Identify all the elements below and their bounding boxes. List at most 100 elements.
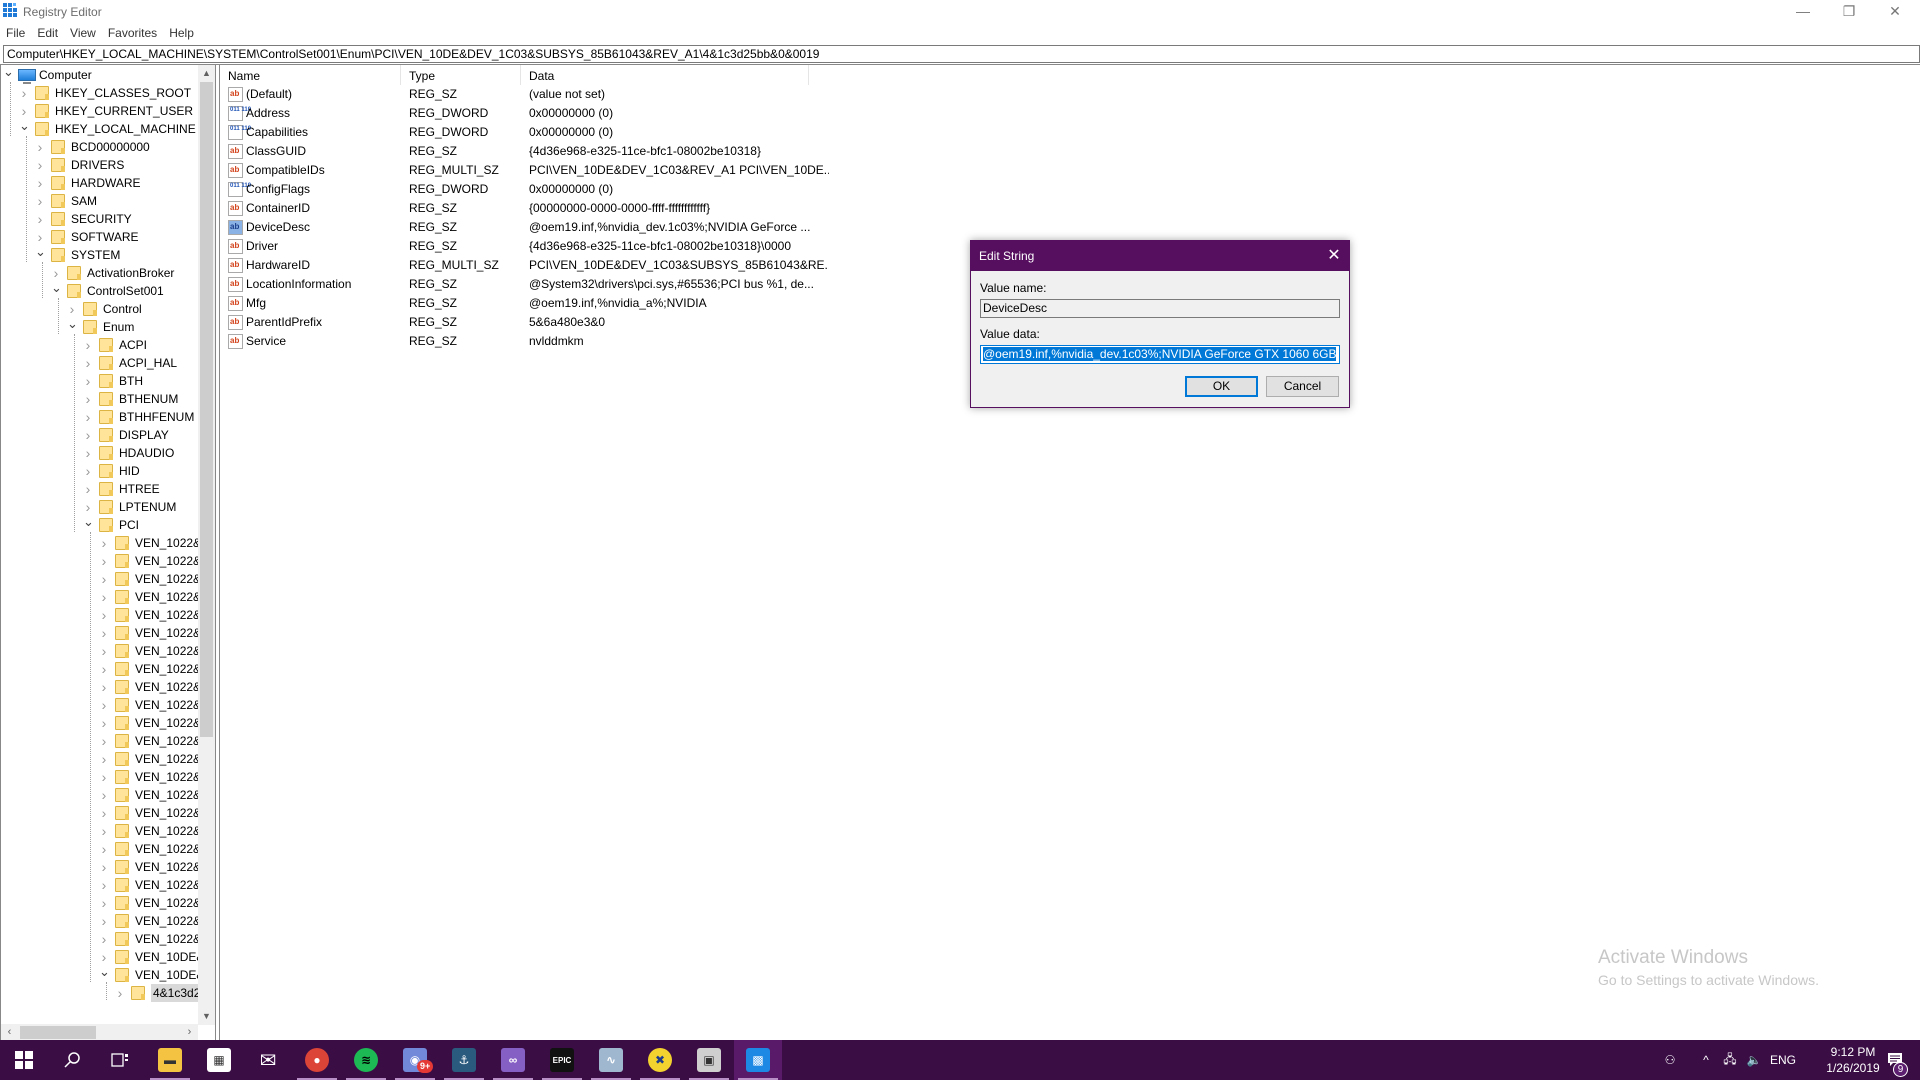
tree-item[interactable]: › Control bbox=[1, 300, 198, 318]
tree-item[interactable]: › SAM bbox=[1, 192, 198, 210]
tree-horizontal-scrollbar[interactable]: ‹ › bbox=[1, 1024, 198, 1040]
tree-item[interactable]: › BTHHFENUM bbox=[1, 408, 198, 426]
tree-item[interactable]: › VEN_1022& bbox=[1, 678, 201, 696]
tree-item[interactable]: › HTREE bbox=[1, 480, 198, 498]
chevron-right-icon[interactable]: › bbox=[99, 606, 109, 624]
dialog-title-bar[interactable]: Edit String bbox=[971, 241, 1349, 271]
chevron-right-icon[interactable]: › bbox=[35, 156, 45, 174]
chevron-right-icon[interactable]: › bbox=[83, 336, 93, 354]
clock[interactable]: 9:12 PM 1/26/2019 bbox=[1818, 1044, 1888, 1076]
tree-item[interactable]: › BCD00000000 bbox=[1, 138, 198, 156]
tree-item[interactable]: › DISPLAY bbox=[1, 426, 198, 444]
value-data-field[interactable]: @oem19.inf,%nvidia_dev.1c03%;NVIDIA GeFo… bbox=[980, 345, 1340, 364]
tree-item[interactable]: › HKEY_CURRENT_USER bbox=[1, 102, 198, 120]
start-button[interactable] bbox=[0, 1040, 48, 1080]
tree-item[interactable]: › VEN_1022& bbox=[1, 912, 201, 930]
tree-item[interactable]: › VEN_1022& bbox=[1, 534, 201, 552]
taskbar-microsoft-store[interactable]: ▦ bbox=[195, 1040, 243, 1080]
chevron-right-icon[interactable]: › bbox=[35, 174, 45, 192]
tree-item[interactable]: › VEN_1022& bbox=[1, 804, 201, 822]
tree-item[interactable]: › VEN_1022& bbox=[1, 750, 201, 768]
tree-item[interactable]: › ActivationBroker bbox=[1, 264, 198, 282]
chevron-right-icon[interactable]: › bbox=[19, 84, 29, 102]
chevron-right-icon[interactable]: › bbox=[99, 552, 109, 570]
tree-item[interactable]: › VEN_1022& bbox=[1, 876, 201, 894]
tree-item[interactable]: › ACPI_HAL bbox=[1, 354, 198, 372]
chevron-right-icon[interactable]: › bbox=[99, 732, 109, 750]
tree-item[interactable]: › DRIVERS bbox=[1, 156, 198, 174]
value-row[interactable]: ab Service REG_SZ nvlddmkm bbox=[220, 332, 840, 351]
tree-item[interactable]: ⌄ Enum bbox=[1, 317, 198, 336]
chevron-down-icon[interactable]: ⌄ bbox=[83, 515, 94, 534]
value-row[interactable]: 011 110 Address REG_DWORD 0x00000000 (0) bbox=[220, 104, 840, 123]
taskbar-mysql-workbench[interactable]: ⚓ bbox=[440, 1040, 488, 1080]
tree-item[interactable]: › BTHENUM bbox=[1, 390, 198, 408]
value-row[interactable]: ab ClassGUID REG_SZ {4d36e968-e325-11ce-bfc… bbox=[220, 142, 840, 161]
tree-item[interactable]: › VEN_1022& bbox=[1, 696, 201, 714]
address-bar[interactable]: Computer\HKEY_LOCAL_MACHINE\SYSTEM\Contr… bbox=[3, 45, 1920, 63]
chevron-down-icon[interactable]: ⌄ bbox=[3, 65, 14, 84]
people-button[interactable]: ⚇ bbox=[1655, 1040, 1685, 1080]
value-row[interactable]: ab LocationInformation REG_SZ @System32\dri… bbox=[220, 275, 840, 294]
chevron-down-icon[interactable]: ⌄ bbox=[35, 245, 46, 264]
tree-item[interactable]: › HID bbox=[1, 462, 198, 480]
cancel-button[interactable]: Cancel bbox=[1266, 376, 1339, 397]
chevron-right-icon[interactable]: › bbox=[83, 408, 93, 426]
chevron-right-icon[interactable]: › bbox=[99, 840, 109, 858]
taskbar-epic-games-launcher[interactable]: EPIC bbox=[538, 1040, 586, 1080]
chevron-right-icon[interactable]: › bbox=[99, 930, 109, 948]
tree-item[interactable]: › VEN_1022& bbox=[1, 606, 201, 624]
column-header-data[interactable]: Data bbox=[521, 65, 809, 85]
chevron-down-icon[interactable]: ⌄ bbox=[99, 965, 110, 984]
tree-item[interactable]: › VEN_1022& bbox=[1, 894, 201, 912]
menu-view[interactable]: View bbox=[64, 24, 102, 42]
chevron-right-icon[interactable]: › bbox=[99, 660, 109, 678]
tree-horizontal-scroll-thumb[interactable] bbox=[20, 1026, 96, 1039]
show-hidden-icons-button[interactable]: ^ bbox=[1695, 1040, 1717, 1080]
value-row[interactable]: ab DeviceDesc REG_SZ @oem19.inf,%nvidia_dev… bbox=[220, 218, 840, 237]
search-button[interactable] bbox=[48, 1040, 96, 1080]
tree-vertical-scrollbar[interactable]: ▲ ▼ bbox=[198, 65, 215, 1025]
taskbar-device-manager[interactable]: ▣ bbox=[685, 1040, 733, 1080]
taskbar-file-explorer[interactable]: ▬ bbox=[146, 1040, 194, 1080]
taskbar-registry-editor[interactable]: ▩ bbox=[734, 1040, 782, 1080]
menu-file[interactable]: File bbox=[0, 24, 31, 42]
chevron-right-icon[interactable]: › bbox=[99, 822, 109, 840]
value-row[interactable]: ab Mfg REG_SZ @oem19.inf,%nvidia_a%;NVIDIA bbox=[220, 294, 840, 313]
tree-item[interactable]: › VEN_1022& bbox=[1, 840, 201, 858]
chevron-right-icon[interactable]: › bbox=[99, 642, 109, 660]
taskbar-chrome[interactable]: ● bbox=[293, 1040, 341, 1080]
volume-button[interactable]: 🔈 bbox=[1742, 1040, 1766, 1080]
tree-item[interactable]: › HKEY_CLASSES_ROOT bbox=[1, 84, 198, 102]
tree-item[interactable]: › VEN_1022& bbox=[1, 768, 201, 786]
tree-item[interactable]: › VEN_1022& bbox=[1, 570, 201, 588]
taskbar-xbox-app[interactable]: ✖ bbox=[636, 1040, 684, 1080]
tree-item[interactable]: › HARDWARE bbox=[1, 174, 198, 192]
chevron-right-icon[interactable]: › bbox=[99, 768, 109, 786]
taskbar-visual-studio[interactable]: ∞ bbox=[489, 1040, 537, 1080]
tree-item[interactable]: ⌄ ControlSet001 bbox=[1, 281, 198, 300]
chevron-right-icon[interactable]: › bbox=[99, 588, 109, 606]
tree-item[interactable]: › SOFTWARE bbox=[1, 228, 198, 246]
value-row[interactable]: 011 110 Capabilities REG_DWORD 0x00000000 (… bbox=[220, 123, 840, 142]
chevron-right-icon[interactable]: › bbox=[83, 372, 93, 390]
chevron-right-icon[interactable]: › bbox=[99, 750, 109, 768]
taskbar-mail[interactable]: ✉ bbox=[244, 1040, 292, 1080]
chevron-right-icon[interactable]: › bbox=[99, 696, 109, 714]
tree-item[interactable]: › VEN_1022& bbox=[1, 660, 201, 678]
chevron-right-icon[interactable]: › bbox=[35, 210, 45, 228]
menu-favorites[interactable]: Favorites bbox=[102, 24, 163, 42]
value-row[interactable]: ab ParentIdPrefix REG_SZ 5&6a480e3&0 bbox=[220, 313, 840, 332]
tree-item[interactable]: ⌄ Computer bbox=[1, 65, 198, 84]
chevron-right-icon[interactable]: › bbox=[99, 534, 109, 552]
chevron-down-icon[interactable]: ⌄ bbox=[67, 317, 78, 336]
tree-item[interactable]: › VEN_1022& bbox=[1, 786, 201, 804]
tree-item[interactable]: › VEN_1022& bbox=[1, 822, 201, 840]
tree-item[interactable]: › BTH bbox=[1, 372, 198, 390]
chevron-right-icon[interactable]: › bbox=[83, 354, 93, 372]
chevron-right-icon[interactable]: › bbox=[83, 426, 93, 444]
tree-item[interactable]: ›4&1c3d25bb&0&0019 bbox=[1, 984, 215, 1002]
chevron-right-icon[interactable]: › bbox=[83, 462, 93, 480]
chevron-right-icon[interactable]: › bbox=[99, 894, 109, 912]
tree-item[interactable]: › SECURITY bbox=[1, 210, 198, 228]
